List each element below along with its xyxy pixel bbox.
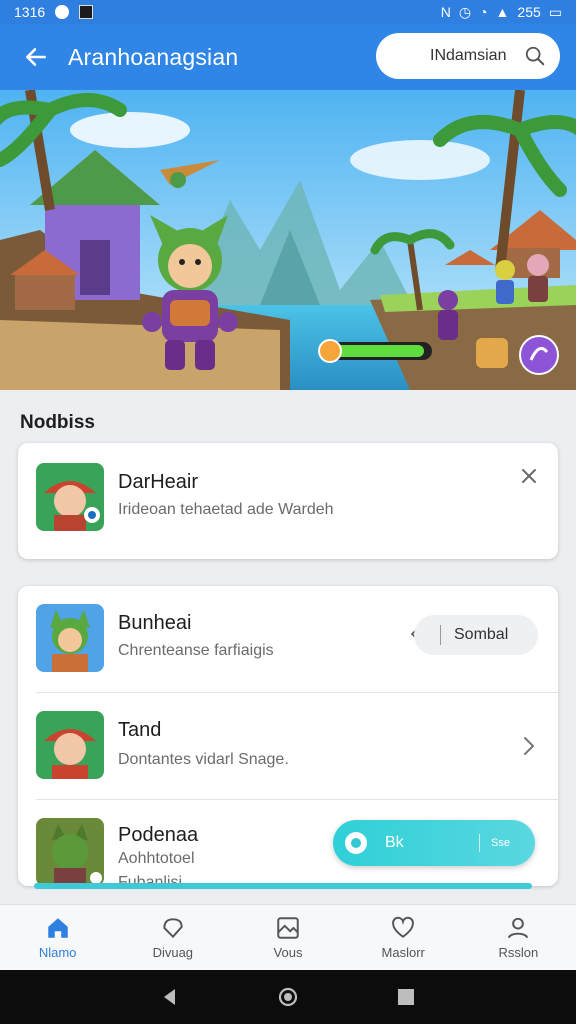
fab-label: Bk xyxy=(385,834,404,851)
avatar xyxy=(36,604,104,672)
hero-banner[interactable] xyxy=(0,90,576,390)
item-title: DarHeair xyxy=(118,471,199,493)
system-navigation-bar xyxy=(0,970,576,1024)
fab-extra[interactable]: Sse xyxy=(491,837,510,849)
avatar xyxy=(36,818,104,886)
nav-label: Divuag xyxy=(152,945,194,960)
nav-label: Vous xyxy=(273,945,303,960)
item-subtitle: Aohhtotoel xyxy=(118,850,195,867)
notification-icon xyxy=(55,5,70,19)
system-home-icon[interactable] xyxy=(277,986,299,1008)
game-scene-illustration xyxy=(0,90,576,390)
nav-label: Maslorr xyxy=(381,945,425,960)
floating-action-button[interactable]: Bk Sse xyxy=(333,820,535,866)
status-bar: 1316 N ◷ ◔ ▲ 255 ▭ xyxy=(0,0,576,24)
gallery-icon xyxy=(277,917,299,939)
nav-item-heart[interactable]: Maslorr xyxy=(346,905,461,970)
avatar xyxy=(36,711,104,779)
action-label: Sombal xyxy=(454,626,509,643)
battery-level: 255 xyxy=(517,4,541,20)
search-input[interactable]: INdamsian xyxy=(376,33,560,79)
nav-item-profile[interactable]: Rsslon xyxy=(461,905,576,970)
bottom-navigation: Nlamo Divuag Vous Maslorr Rsslon xyxy=(0,904,576,970)
separator xyxy=(440,625,441,645)
item-subtitle: Chrenteanse farfiaigis xyxy=(118,642,274,659)
wifi-icon: ◔ xyxy=(479,4,488,20)
nav-label: Rsslon xyxy=(498,945,539,960)
alarm-icon: ◷ xyxy=(458,3,472,20)
nav-item-tag[interactable]: Divuag xyxy=(115,905,230,970)
scroll-indicator xyxy=(34,883,532,889)
system-recents-icon[interactable] xyxy=(395,986,417,1008)
page-title: Aranhoanagsian xyxy=(68,43,239,70)
search-value: INdamsian xyxy=(430,47,507,64)
system-back-icon[interactable] xyxy=(159,986,181,1008)
person-icon xyxy=(508,917,529,939)
item-subtitle: Dontantes vidarl Snage. xyxy=(118,751,289,768)
app-notification-icon xyxy=(79,5,94,19)
tag-icon xyxy=(163,918,183,939)
item-title: Tand xyxy=(118,719,162,741)
notification-card[interactable]: DarHeair Irideoan tehaetad ade Wardeh xyxy=(18,443,558,559)
list-item[interactable]: Tand Dontantes vidarl Snage. xyxy=(18,693,558,800)
list-item[interactable]: Bunheai Chrenteanse farfiaigis Sombal xyxy=(18,586,558,693)
battery-icon: ▭ xyxy=(548,3,562,20)
item-title: Bunheai xyxy=(118,612,192,634)
item-subtitle: Irideoan tehaetad ade Wardeh xyxy=(118,501,334,518)
signal-icon: ▲ xyxy=(495,4,510,20)
home-icon xyxy=(47,918,68,938)
back-button[interactable] xyxy=(8,29,64,85)
nfc-icon: N xyxy=(440,4,451,20)
search-icon[interactable] xyxy=(524,45,546,67)
nav-item-home[interactable]: Nlamo xyxy=(0,905,115,970)
close-icon[interactable] xyxy=(520,467,538,485)
section-title: Nodbiss xyxy=(20,412,95,433)
arrow-left-icon xyxy=(26,48,46,66)
list-item[interactable]: DarHeair Irideoan tehaetad ade Wardeh xyxy=(18,447,558,554)
item-title: Podenaa xyxy=(118,824,199,846)
status-time: 1316 xyxy=(14,4,46,20)
separator xyxy=(479,834,480,852)
record-icon xyxy=(345,832,367,854)
nav-item-gallery[interactable]: Vous xyxy=(230,905,345,970)
nav-label: Nlamo xyxy=(38,945,77,960)
avatar xyxy=(36,463,104,531)
heart-icon xyxy=(392,916,415,938)
action-button[interactable]: Sombal xyxy=(414,615,538,655)
chevron-right-icon[interactable] xyxy=(522,735,536,757)
app-bar: Aranhoanagsian INdamsian xyxy=(0,24,576,90)
